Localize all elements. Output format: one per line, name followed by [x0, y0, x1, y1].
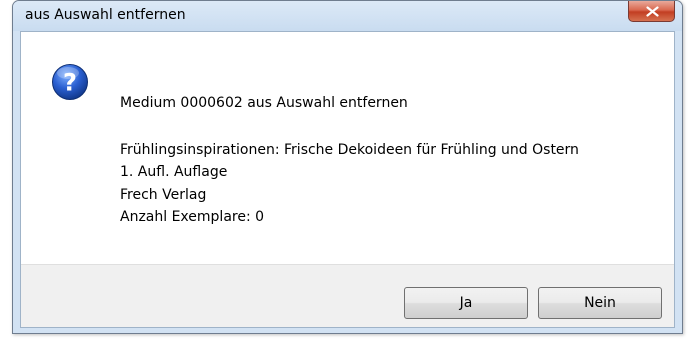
svg-text:?: ?: [63, 69, 77, 97]
title-bar[interactable]: aus Auswahl entfernen: [13, 1, 682, 31]
message-header: Medium 0000602 aus Auswahl entfernen: [120, 95, 408, 111]
no-button[interactable]: Nein: [538, 287, 662, 319]
message-publisher: Frech Verlag: [120, 187, 207, 203]
yes-button[interactable]: Ja: [404, 287, 528, 319]
message-edition: 1. Aufl. Auflage: [120, 164, 228, 180]
dialog-content: ? Medium 0000602 aus Auswahl entfernen F…: [20, 31, 675, 328]
window-title: aus Auswahl entfernen: [25, 7, 186, 23]
button-bar: Ja Nein: [21, 264, 674, 327]
message-title: Frühlingsinspirationen: Frische Dekoidee…: [120, 142, 579, 158]
close-icon: [646, 6, 659, 17]
question-mark-icon: ?: [52, 64, 88, 100]
message-dialog: aus Auswahl entfernen ? Medium 0000602 a…: [12, 0, 683, 334]
message-copies: Anzahl Exemplare: 0: [120, 209, 265, 225]
close-button[interactable]: [628, 1, 675, 22]
